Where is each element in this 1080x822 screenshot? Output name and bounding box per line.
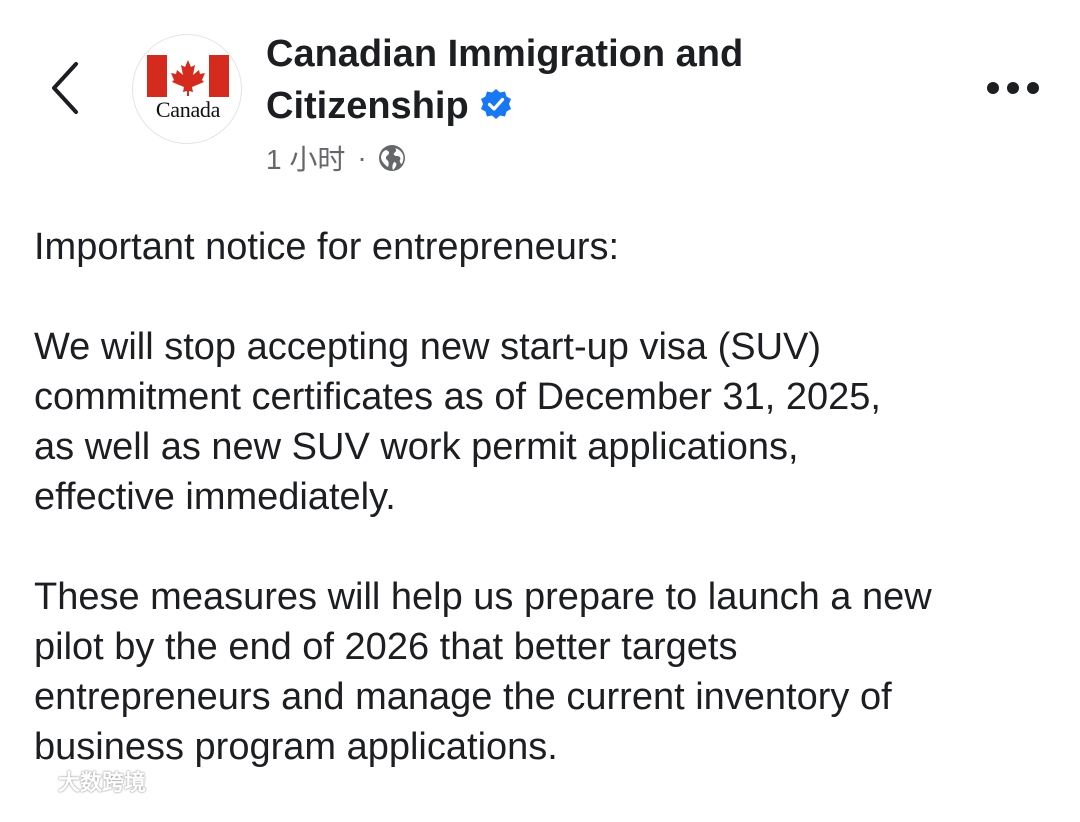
paragraph-1-line: effective immediately. [34, 476, 396, 518]
avatar[interactable]: Canada [132, 34, 242, 144]
canada-flag-icon [147, 55, 229, 97]
verified-badge-icon [480, 89, 511, 119]
post-paragraph-1: We will stop accepting new start-up visa… [34, 322, 1054, 522]
post-meta: 1 小时 · [266, 140, 407, 176]
more-options-button[interactable] [982, 68, 1044, 108]
chevron-left-icon [52, 62, 78, 114]
watermark-text: 大数跨境 [58, 770, 147, 795]
paragraph-2-line: These measures will help us prepare to l… [34, 576, 932, 618]
post-heading-text: Important notice for entrepreneurs: [34, 226, 620, 268]
watermark-logo-icon [9, 770, 48, 789]
paragraph-1-line: commitment certificates as of December 3… [34, 376, 881, 418]
canada-wordmark: Canada [155, 97, 221, 122]
paragraph-1-line: We will stop accepting new start-up visa… [34, 326, 822, 368]
paragraph-2-line: business program applications. [34, 726, 558, 768]
page-title[interactable]: Canadian Immigration and Citizenship [266, 28, 906, 132]
page-title-line2: Citizenship [266, 85, 469, 127]
globe-icon[interactable] [377, 143, 407, 173]
post-heading: Important notice for entrepreneurs: [34, 222, 1054, 272]
paragraph-1-line: as well as new SUV work permit applicati… [34, 426, 799, 468]
meta-separator: · [357, 142, 367, 173]
page-title-line2-wrap: Citizenship [266, 80, 906, 132]
paragraph-2-line: entrepreneurs and manage the current inv… [34, 676, 892, 718]
ellipsis-icon [987, 82, 1039, 94]
back-button[interactable] [40, 58, 90, 118]
post-timestamp[interactable]: 1 小时 [266, 138, 345, 178]
paragraph-2-line: pilot by the end of 2026 that better tar… [34, 626, 738, 668]
post-paragraph-2: These measures will help us prepare to l… [34, 572, 1054, 772]
post-body: Important notice for entrepreneurs: We w… [34, 222, 1054, 822]
watermark: 大数跨境 [8, 764, 146, 798]
page-title-line1: Canadian Immigration and [266, 33, 744, 75]
